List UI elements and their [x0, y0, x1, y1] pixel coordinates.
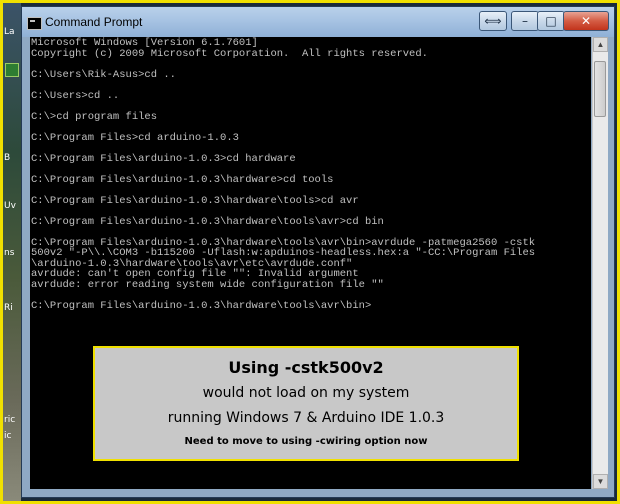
console-line: C:\Program Files\arduino-1.0.3\hardware\…	[31, 194, 359, 207]
vertical-scrollbar[interactable]: ▲ ▼	[592, 37, 608, 489]
title-bar[interactable]: Command Prompt ⟺ – □ ✕	[22, 7, 614, 37]
desktop-label: ic	[4, 431, 12, 441]
window-title: Command Prompt	[45, 15, 143, 29]
annotation-caption: Using -cstk500v2 would not load on my sy…	[89, 342, 527, 465]
caption-line: running Windows 7 & Arduino IDE 1.0.3	[167, 410, 445, 426]
scroll-down-arrow-icon[interactable]: ▼	[593, 474, 608, 489]
console-line: C:\Program Files\arduino-1.0.3\hardware>…	[31, 173, 334, 186]
desktop-label: B	[4, 153, 11, 163]
desktop-label: ns	[4, 248, 15, 258]
console-line: Copyright (c) 2009 Microsoft Corporation…	[31, 47, 428, 60]
desktop-background-strip: La B Uv ns Ri ric ic	[3, 3, 21, 501]
desktop-shortcut-icon[interactable]	[5, 63, 19, 77]
maximize-button[interactable]: □	[537, 11, 565, 31]
console-line: C:\Program Files\arduino-1.0.3\hardware\…	[31, 215, 384, 228]
resize-arrows-button[interactable]: ⟺	[479, 11, 507, 31]
caption-note: Need to move to using -cwiring option no…	[184, 436, 428, 447]
console-line: C:\Program Files\arduino-1.0.3\hardware\…	[31, 299, 372, 312]
console-line: C:\>cd program files	[31, 110, 158, 123]
desktop-label: Ri	[4, 303, 13, 313]
console-line: C:\Users\Rik-Asus>cd ..	[31, 68, 176, 81]
scroll-thumb[interactable]	[594, 61, 606, 117]
console-line: avrdude: error reading system wide confi…	[31, 278, 384, 291]
desktop-label: Uv	[4, 201, 16, 211]
minimize-button[interactable]: –	[511, 11, 539, 31]
console-text: Microsoft Windows [Version 6.1.7601] Cop…	[30, 37, 591, 311]
command-prompt-icon[interactable]	[27, 17, 42, 30]
caption-heading: Using -cstk500v2	[228, 358, 384, 377]
console-line: C:\Program Files\arduino-1.0.3>cd hardwa…	[31, 152, 296, 165]
close-button[interactable]: ✕	[563, 11, 609, 31]
desktop-label: ric	[4, 415, 16, 425]
caption-box: Using -cstk500v2 would not load on my sy…	[93, 346, 519, 461]
caption-line: would not load on my system	[202, 385, 410, 401]
console-line: C:\Users>cd ..	[31, 89, 120, 102]
desktop-label: La	[4, 27, 15, 37]
console-line: C:\Program Files>cd arduino-1.0.3	[31, 131, 239, 144]
scroll-up-arrow-icon[interactable]: ▲	[593, 37, 608, 52]
